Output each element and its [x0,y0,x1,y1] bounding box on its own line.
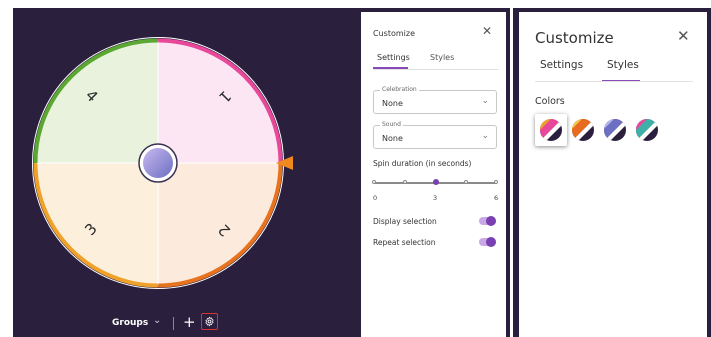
panel-title: Customize [373,29,415,38]
celebration-label: Celebration [380,86,419,93]
panel-title: Customize [535,29,614,47]
sound-label: Sound [380,121,403,128]
tabs-divider [373,69,499,70]
repeat-selection-toggle[interactable] [479,237,496,247]
settings-button[interactable] [201,313,218,330]
wheel-stage: 1234 [17,12,360,337]
swatch-rainbow-dark[interactable] [535,114,567,146]
celebration-select[interactable]: Celebration None ⌄ [373,86,497,114]
toggle-knob [486,237,496,247]
close-icon[interactable]: ✕ [677,27,690,45]
wheel-segment-3 [36,162,159,285]
gear-icon [205,316,214,327]
display-selection-label: Display selection [373,217,437,226]
color-theme-icon [604,119,626,141]
tab-settings[interactable]: Settings [377,53,410,62]
wheel-segment-1 [157,41,280,164]
wheel-segment-4 [36,41,159,164]
chevron-down-icon: ⌄ [481,131,489,141]
tab-styles[interactable]: Styles [430,53,454,62]
swatch-multi-dark[interactable] [631,114,663,146]
spin-duration-slider[interactable] [372,179,498,185]
colors-heading: Colors [535,96,565,107]
slider-tick [464,180,468,184]
slider-tick [494,180,498,184]
celebration-value: None [382,99,403,108]
groups-button[interactable]: Groups [112,318,148,328]
toggle-knob [486,216,496,226]
add-button[interactable]: + [183,312,196,332]
groups-chevron-down-icon[interactable]: ⌄ [153,315,161,326]
tab-settings[interactable]: Settings [540,59,583,71]
spinner-wheel[interactable]: 1234 [17,12,360,312]
slider-tick [403,180,407,184]
sound-select[interactable]: Sound None ⌄ [373,121,497,149]
sound-value: None [382,134,403,143]
customize-panel-small: Customize ✕ Settings Styles Celebration … [361,12,506,337]
color-theme-icon [572,119,594,141]
tab-styles[interactable]: Styles [607,59,639,71]
wheel-hub-spin-button[interactable] [143,148,173,178]
chevron-down-icon: ⌄ [481,96,489,106]
slider-max-label: 6 [494,194,499,202]
toolbar-divider [173,317,174,330]
slider-thumb[interactable] [432,179,439,185]
tabs-divider [535,81,693,82]
close-icon[interactable]: ✕ [482,24,492,38]
spin-duration-label: Spin duration (in seconds) [373,159,472,168]
slider-tick [372,180,376,184]
wheel-segment-2 [157,162,280,285]
slider-min-label: 0 [373,194,378,202]
repeat-selection-label: Repeat selection [373,238,436,247]
swatch-cool-dark[interactable] [599,114,631,146]
color-theme-icon [540,119,562,141]
display-selection-toggle[interactable] [479,216,496,226]
color-theme-icon [636,119,658,141]
customize-panel-large: Customize ✕ Settings Styles Colors [519,12,707,337]
wheel-toolbar: Groups ⌄ + [17,312,360,336]
slider-mid-label: 3 [433,194,438,202]
swatch-warm-dark[interactable] [567,114,599,146]
